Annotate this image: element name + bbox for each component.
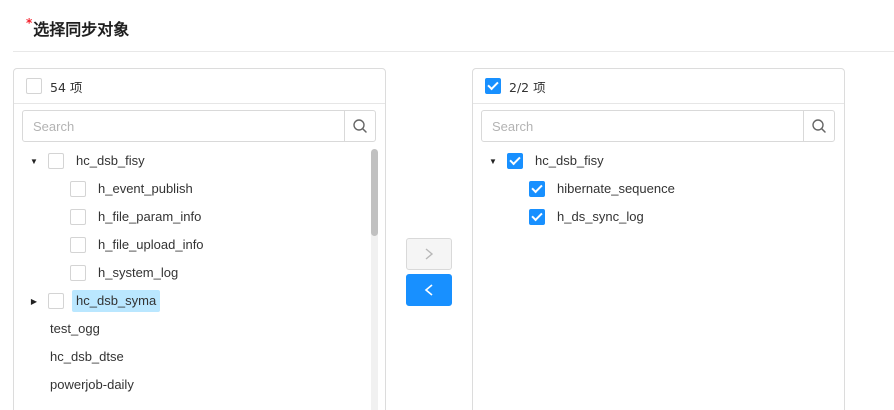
source-panel-header: 54 项: [14, 69, 385, 104]
tree-node-checkbox[interactable]: [48, 293, 64, 309]
tree-node-label[interactable]: h_file_upload_info: [94, 234, 208, 256]
tree-node-checkbox[interactable]: [70, 265, 86, 281]
search-icon[interactable]: [803, 111, 834, 141]
chevron-left-icon: [424, 284, 433, 296]
required-mark: *: [26, 16, 33, 30]
source-select-all-checkbox[interactable]: [26, 78, 42, 94]
tree-node[interactable]: h_file_upload_info: [70, 234, 208, 256]
caret-down-icon[interactable]: ▼: [487, 157, 499, 166]
section-title: *选择同步对象: [26, 16, 129, 40]
tree-node-checkbox[interactable]: [70, 237, 86, 253]
tree-node[interactable]: powerjob-daily: [46, 374, 138, 396]
search-icon[interactable]: [344, 111, 375, 141]
tree-node-label[interactable]: h_system_log: [94, 262, 182, 284]
scrollbar-thumb[interactable]: [371, 149, 378, 236]
tree-node-checkbox[interactable]: [529, 181, 545, 197]
target-search-input[interactable]: [482, 111, 803, 141]
tree-node[interactable]: ▼ hc_dsb_fisy: [28, 150, 149, 172]
source-count: 54 项: [50, 79, 83, 95]
tree-node[interactable]: h_file_param_info: [70, 206, 205, 228]
caret-down-icon[interactable]: ▼: [28, 157, 40, 166]
caret-right-icon[interactable]: ▶: [28, 297, 40, 306]
tree-node-label[interactable]: hibernate_sequence: [553, 178, 679, 200]
source-search: [22, 110, 376, 142]
target-panel-header: 2/2 项: [473, 69, 844, 104]
tree-node[interactable]: ▼ hc_dsb_fisy: [487, 150, 608, 172]
tree-node-label[interactable]: hc_dsb_syma: [72, 290, 161, 312]
target-select-all-checkbox[interactable]: [485, 78, 501, 94]
target-panel: 2/2 项 ▼ hc_dsb_fisy hibernate_sequence h…: [472, 68, 845, 410]
tree-node[interactable]: h_event_publish: [70, 178, 197, 200]
move-right-button[interactable]: [406, 238, 452, 270]
tree-node-checkbox[interactable]: [48, 153, 64, 169]
tree-node-checkbox[interactable]: [70, 209, 86, 225]
target-count: 2/2 项: [509, 79, 546, 95]
tree-node[interactable]: h_system_log: [70, 262, 182, 284]
tree-node-checkbox[interactable]: [70, 181, 86, 197]
tree-node-label[interactable]: hc_dsb_fisy: [72, 150, 149, 172]
tree-node-label[interactable]: h_event_publish: [94, 178, 197, 200]
tree-node-checkbox[interactable]: [507, 153, 523, 169]
section-title-text: 选择同步对象: [33, 20, 130, 39]
tree-node-checkbox[interactable]: [529, 209, 545, 225]
tree-node[interactable]: hibernate_sequence: [529, 178, 679, 200]
move-left-button[interactable]: [406, 274, 452, 306]
chevron-right-icon: [425, 248, 434, 260]
tree-node-label[interactable]: h_ds_sync_log: [553, 206, 648, 228]
tree-node-label[interactable]: h_file_param_info: [94, 206, 205, 228]
tree-node-label[interactable]: powerjob-daily: [46, 374, 138, 396]
tree-node[interactable]: hc_dsb_dtse: [46, 346, 128, 368]
tree-node-label[interactable]: test_ogg: [46, 318, 104, 340]
source-search-input[interactable]: [23, 111, 344, 141]
tree-node[interactable]: h_ds_sync_log: [529, 206, 648, 228]
tree-node[interactable]: test_ogg: [46, 318, 104, 340]
tree-node-label[interactable]: hc_dsb_dtse: [46, 346, 128, 368]
tree-node[interactable]: ▶ hc_dsb_syma: [28, 290, 161, 312]
divider: [13, 51, 894, 52]
tree-node-label[interactable]: hc_dsb_fisy: [531, 150, 608, 172]
target-search: [481, 110, 835, 142]
source-scrollbar[interactable]: [371, 149, 378, 410]
source-panel: 54 项 ▼ hc_dsb_fisy h_event_publish h_fil…: [13, 68, 386, 410]
